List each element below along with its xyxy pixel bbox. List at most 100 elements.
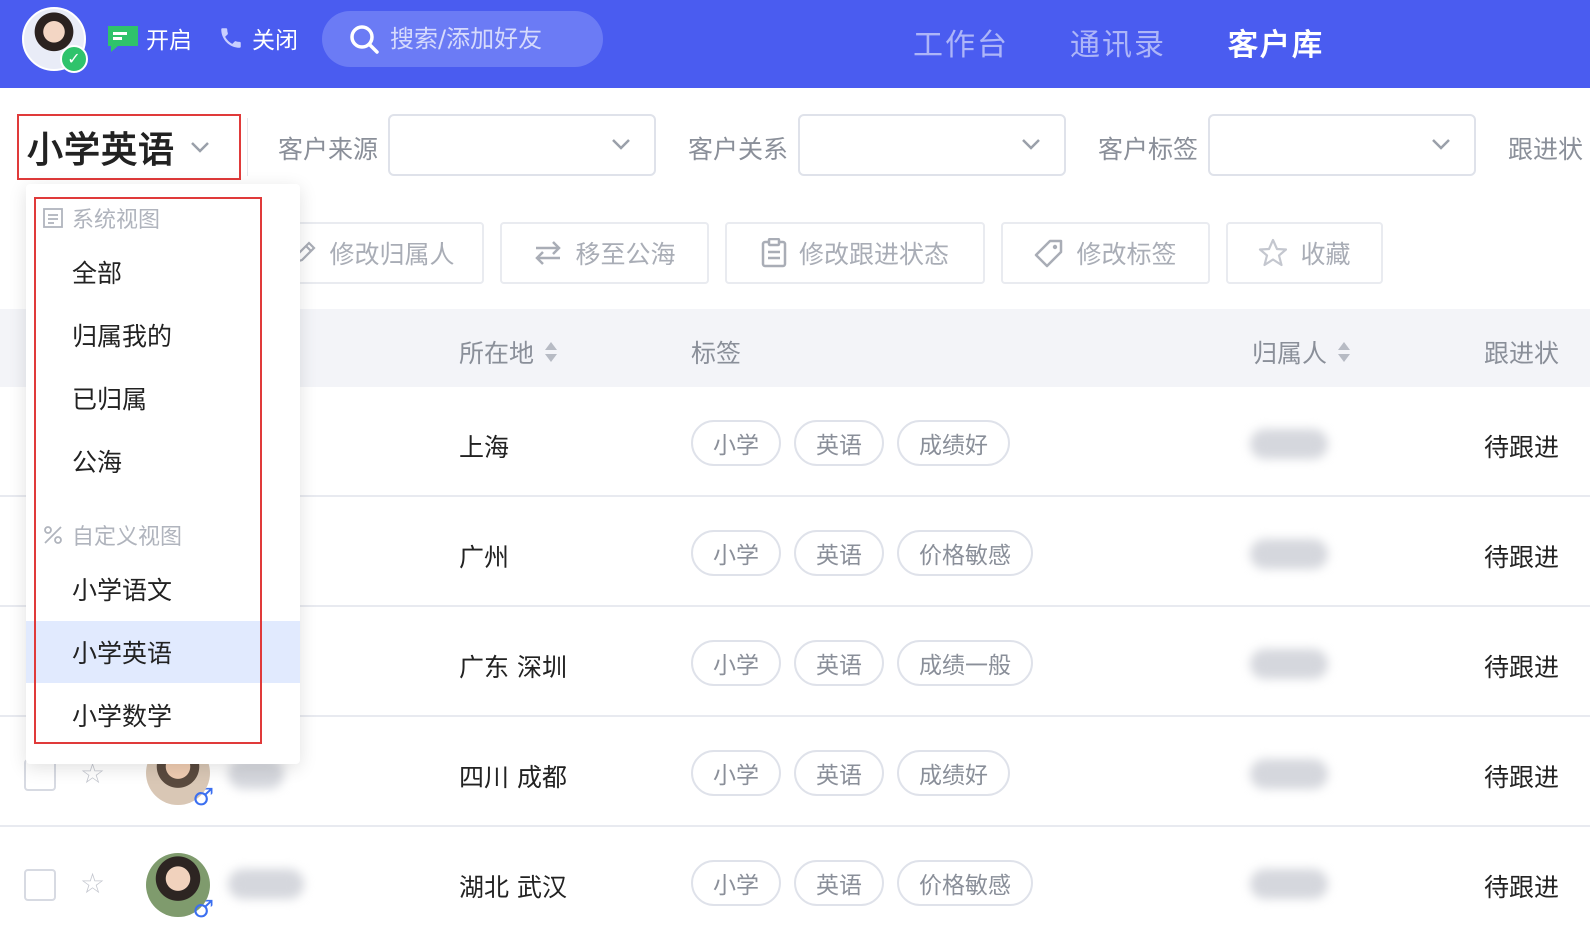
dropdown-group-system: 系统视图 — [42, 202, 160, 234]
favorite-star-icon[interactable]: ☆ — [80, 867, 105, 900]
location-cell: 四川 成都 — [459, 763, 567, 792]
swap-icon — [533, 240, 563, 266]
sort-icon[interactable] — [1337, 341, 1351, 363]
star-icon — [1258, 238, 1288, 268]
clipboard-icon — [761, 238, 787, 268]
column-header-location-label: 所在地 — [459, 339, 535, 368]
change-status-label: 修改跟进状态 — [798, 240, 949, 269]
column-header-location[interactable]: 所在地 — [459, 334, 558, 370]
column-header-status-label: 跟进状 — [1484, 339, 1560, 368]
location-cell: 上海 — [459, 433, 510, 462]
dropdown-item-all[interactable]: 全部 — [26, 241, 300, 303]
tag-chip: 英语 — [794, 860, 884, 906]
dropdown-item-assigned[interactable]: 已归属 — [26, 367, 300, 429]
status-cell: 待跟进 — [1484, 543, 1560, 572]
location-cell: 湖北 武汉 — [459, 873, 567, 902]
toggle-off-button[interactable]: 关闭 — [218, 22, 298, 54]
tag-chip: 英语 — [794, 640, 884, 686]
search-icon — [348, 23, 380, 55]
location-cell: 广州 — [459, 543, 510, 572]
male-icon: ♂ — [192, 783, 214, 811]
chevron-down-icon — [189, 140, 211, 154]
online-check-icon: ✓ — [60, 45, 88, 73]
owner-name-blurred — [1250, 649, 1328, 679]
male-icon: ♂ — [192, 895, 214, 923]
phone-icon — [218, 25, 244, 51]
tab-workbench[interactable]: 工作台 — [913, 20, 1009, 64]
filter-label-source: 客户来源 — [278, 135, 379, 164]
toggle-on-label: 开启 — [146, 28, 192, 54]
column-header-tags-label: 标签 — [691, 339, 742, 368]
column-header-owner-label: 归属人 — [1252, 339, 1328, 368]
tab-contacts[interactable]: 通讯录 — [1070, 20, 1166, 64]
column-header-status: 跟进状 — [1484, 334, 1590, 370]
search-box[interactable] — [322, 11, 603, 67]
tag-chip: 小学 — [691, 420, 781, 466]
change-owner-label: 修改归属人 — [329, 240, 455, 269]
user-avatar[interactable]: ✓ — [22, 7, 88, 73]
column-header-owner[interactable]: 归属人 — [1252, 334, 1351, 370]
dropdown-item-primary-math[interactable]: 小学数学 — [26, 684, 300, 746]
tag-chip: 英语 — [794, 750, 884, 796]
chat-toggle-icon — [108, 24, 138, 52]
status-cell: 待跟进 — [1484, 653, 1560, 682]
tab-customer-library[interactable]: 客户库 — [1228, 20, 1324, 64]
tag-chip: 小学 — [691, 640, 781, 686]
tag-icon — [1034, 238, 1064, 268]
location-cell: 广东 深圳 — [459, 653, 567, 682]
favorite-label: 收藏 — [1300, 240, 1351, 269]
dropdown-group-system-label: 系统视图 — [72, 208, 161, 233]
dropdown-item-public-pool[interactable]: 公海 — [26, 430, 300, 492]
owner-name-blurred — [1250, 869, 1328, 899]
tag-chip: 英语 — [794, 530, 884, 576]
chevron-down-icon — [1430, 136, 1452, 155]
toggle-on-button[interactable]: 开启 — [108, 22, 192, 54]
filter-select-source[interactable] — [388, 114, 656, 176]
top-bar: ✓ 开启 关闭 工作台 通讯录 客户库 — [0, 0, 1590, 88]
tag-chip: 成绩好 — [897, 420, 1010, 466]
tag-chip: 小学 — [691, 860, 781, 906]
tag-chip: 小学 — [691, 530, 781, 576]
view-selector[interactable]: 小学英语 — [17, 114, 241, 180]
dropdown-item-primary-chinese[interactable]: 小学语文 — [26, 558, 300, 620]
tools-icon — [42, 524, 64, 546]
column-header-tags: 标签 — [691, 334, 741, 370]
tag-chip: 价格敏感 — [897, 530, 1033, 576]
tag-chip: 成绩一般 — [897, 640, 1033, 686]
toggle-off-label: 关闭 — [252, 28, 298, 54]
current-view-title: 小学英语 — [27, 130, 176, 171]
change-tag-label: 修改标签 — [1076, 240, 1177, 269]
tag-chip: 价格敏感 — [897, 860, 1033, 906]
move-to-pool-button[interactable]: 移至公海 — [500, 222, 709, 284]
change-status-button[interactable]: 修改跟进状态 — [725, 222, 985, 284]
filter-select-tag[interactable] — [1208, 114, 1476, 176]
tag-chip: 小学 — [691, 750, 781, 796]
filter-label-tag: 客户标签 — [1098, 135, 1199, 164]
favorite-button[interactable]: 收藏 — [1226, 222, 1383, 284]
customer-avatar: ♂ — [146, 853, 214, 923]
filter-label-status: 跟进状 — [1508, 135, 1584, 164]
row-checkbox[interactable] — [24, 869, 56, 901]
list-icon — [42, 207, 64, 229]
status-cell: 待跟进 — [1484, 433, 1560, 462]
dropdown-item-mine[interactable]: 归属我的 — [26, 304, 300, 366]
status-cell: 待跟进 — [1484, 763, 1560, 792]
table-row[interactable]: ☆ ♂ 湖北 武汉 小学 英语 价格敏感 待跟进 — [0, 827, 1590, 937]
dropdown-item-primary-english[interactable]: 小学英语 — [26, 621, 300, 683]
sort-icon[interactable] — [544, 341, 558, 363]
change-tag-button[interactable]: 修改标签 — [1001, 222, 1210, 284]
owner-name-blurred — [1250, 539, 1328, 569]
search-input[interactable] — [390, 25, 600, 53]
filter-label-relation: 客户关系 — [688, 135, 789, 164]
dropdown-group-custom: 自定义视图 — [42, 519, 182, 551]
status-cell: 待跟进 — [1484, 873, 1560, 902]
filter-select-relation[interactable] — [798, 114, 1066, 176]
move-to-pool-label: 移至公海 — [575, 240, 676, 269]
tag-chip: 成绩好 — [897, 750, 1010, 796]
dropdown-group-custom-label: 自定义视图 — [72, 525, 183, 550]
chevron-down-icon — [610, 136, 632, 155]
tag-chip: 英语 — [794, 420, 884, 466]
owner-name-blurred — [1250, 759, 1328, 789]
owner-name-blurred — [1250, 429, 1328, 459]
chevron-down-icon — [1020, 136, 1042, 155]
